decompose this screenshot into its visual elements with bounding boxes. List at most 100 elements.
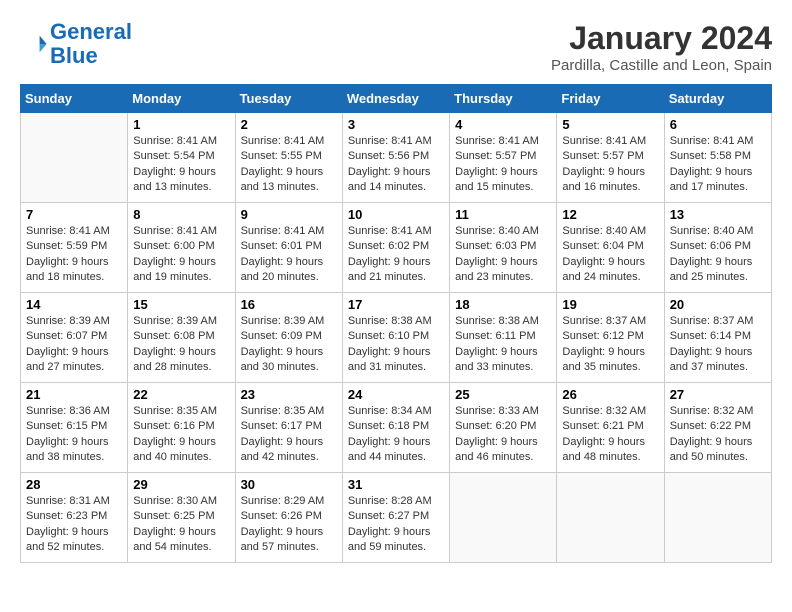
day-number: 6: [670, 117, 766, 132]
day-info: Sunrise: 8:29 AM Sunset: 6:26 PM Dayligh…: [241, 494, 337, 556]
day-number: 19: [562, 297, 658, 312]
calendar-cell: 25 Sunrise: 8:33 AM Sunset: 6:20 PM Dayli…: [450, 383, 557, 473]
day-number: 20: [670, 297, 766, 312]
calendar-cell: 20Sunrise: 8:37 AM Sunset: 6:14 PM Dayli…: [664, 293, 771, 383]
days-header-row: SundayMondayTuesdayWednesdayThursdayFrid…: [21, 85, 772, 113]
day-info: Sunrise: 8:35 AM Sunset: 6:16 PM Dayligh…: [133, 404, 229, 466]
calendar-cell: [21, 113, 128, 203]
title-block: January 2024 Pardilla, Castille and Leon…: [551, 20, 772, 74]
calendar-cell: 10 Sunrise: 8:41 AM Sunset: 6:02 PM Dayli…: [342, 203, 449, 293]
day-info: Sunrise: 8:41 AM Sunset: 6:02 PM Dayligh…: [348, 224, 444, 286]
day-info: Sunrise: 8:35 AM Sunset: 6:17 PM Dayligh…: [241, 404, 337, 466]
day-number: 4: [455, 117, 551, 132]
day-info: Sunrise: 8:36 AM Sunset: 6:15 PM Dayligh…: [26, 404, 122, 466]
day-number: 25: [455, 387, 551, 402]
day-number: 9: [241, 207, 337, 222]
calendar-cell: 3 Sunrise: 8:41 AM Sunset: 5:56 PM Daylig…: [342, 113, 449, 203]
day-info: Sunrise: 8:39 AM Sunset: 6:08 PM Dayligh…: [133, 314, 229, 376]
calendar-cell: 18Sunrise: 8:38 AM Sunset: 6:11 PM Dayli…: [450, 293, 557, 383]
day-number: 18: [455, 297, 551, 312]
day-info: Sunrise: 8:41 AM Sunset: 5:55 PM Dayligh…: [241, 134, 337, 196]
day-number: 29: [133, 477, 229, 492]
page-header: General Blue January 2024 Pardilla, Cast…: [20, 20, 772, 74]
calendar-cell: 19 Sunrise: 8:37 AM Sunset: 6:12 PM Dayli…: [557, 293, 664, 383]
day-header-tuesday: Tuesday: [235, 85, 342, 113]
calendar-cell: 12 Sunrise: 8:40 AM Sunset: 6:04 PM Dayli…: [557, 203, 664, 293]
day-number: 10: [348, 207, 444, 222]
day-info: Sunrise: 8:33 AM Sunset: 6:20 PM Dayligh…: [455, 404, 551, 466]
calendar-cell: 7Sunrise: 8:41 AM Sunset: 5:59 PM Daylig…: [21, 203, 128, 293]
calendar-cell: 24Sunrise: 8:34 AM Sunset: 6:18 PM Dayli…: [342, 383, 449, 473]
day-number: 13: [670, 207, 766, 222]
calendar-cell: 26 Sunrise: 8:32 AM Sunset: 6:21 PM Dayli…: [557, 383, 664, 473]
day-number: 8: [133, 207, 229, 222]
calendar-cell: 6 Sunrise: 8:41 AM Sunset: 5:58 PM Daylig…: [664, 113, 771, 203]
day-number: 7: [26, 207, 122, 222]
day-number: 15: [133, 297, 229, 312]
calendar-table: SundayMondayTuesdayWednesdayThursdayFrid…: [20, 84, 772, 563]
day-number: 11: [455, 207, 551, 222]
calendar-cell: 30 Sunrise: 8:29 AM Sunset: 6:26 PM Dayli…: [235, 473, 342, 563]
calendar-week-4: 21 Sunrise: 8:36 AM Sunset: 6:15 PM Dayli…: [21, 383, 772, 473]
day-info: Sunrise: 8:40 AM Sunset: 6:03 PM Dayligh…: [455, 224, 551, 286]
day-info: Sunrise: 8:41 AM Sunset: 5:54 PM Dayligh…: [133, 134, 229, 196]
day-number: 1: [133, 117, 229, 132]
logo-general: General: [50, 19, 132, 44]
calendar-cell: 23 Sunrise: 8:35 AM Sunset: 6:17 PM Dayli…: [235, 383, 342, 473]
day-header-sunday: Sunday: [21, 85, 128, 113]
day-number: 5: [562, 117, 658, 132]
calendar-cell: 22Sunrise: 8:35 AM Sunset: 6:16 PM Dayli…: [128, 383, 235, 473]
calendar-header: SundayMondayTuesdayWednesdayThursdayFrid…: [21, 85, 772, 113]
day-number: 26: [562, 387, 658, 402]
day-number: 23: [241, 387, 337, 402]
calendar-cell: 4 Sunrise: 8:41 AM Sunset: 5:57 PM Daylig…: [450, 113, 557, 203]
day-header-saturday: Saturday: [664, 85, 771, 113]
calendar-cell: [557, 473, 664, 563]
day-info: Sunrise: 8:40 AM Sunset: 6:04 PM Dayligh…: [562, 224, 658, 286]
calendar-cell: 27 Sunrise: 8:32 AM Sunset: 6:22 PM Dayli…: [664, 383, 771, 473]
day-info: Sunrise: 8:37 AM Sunset: 6:12 PM Dayligh…: [562, 314, 658, 376]
calendar-cell: 14Sunrise: 8:39 AM Sunset: 6:07 PM Dayli…: [21, 293, 128, 383]
day-info: Sunrise: 8:30 AM Sunset: 6:25 PM Dayligh…: [133, 494, 229, 556]
day-number: 27: [670, 387, 766, 402]
calendar-cell: 21 Sunrise: 8:36 AM Sunset: 6:15 PM Dayli…: [21, 383, 128, 473]
day-info: Sunrise: 8:38 AM Sunset: 6:10 PM Dayligh…: [348, 314, 444, 376]
day-header-wednesday: Wednesday: [342, 85, 449, 113]
day-info: Sunrise: 8:32 AM Sunset: 6:22 PM Dayligh…: [670, 404, 766, 466]
day-number: 12: [562, 207, 658, 222]
day-number: 3: [348, 117, 444, 132]
calendar-week-1: 1 Sunrise: 8:41 AM Sunset: 5:54 PM Daylig…: [21, 113, 772, 203]
day-info: Sunrise: 8:40 AM Sunset: 6:06 PM Dayligh…: [670, 224, 766, 286]
month-title: January 2024: [551, 20, 772, 57]
day-info: Sunrise: 8:41 AM Sunset: 5:56 PM Dayligh…: [348, 134, 444, 196]
day-number: 21: [26, 387, 122, 402]
day-header-thursday: Thursday: [450, 85, 557, 113]
calendar-cell: 15 Sunrise: 8:39 AM Sunset: 6:08 PM Dayli…: [128, 293, 235, 383]
calendar-cell: 8 Sunrise: 8:41 AM Sunset: 6:00 PM Daylig…: [128, 203, 235, 293]
logo-text: General Blue: [50, 20, 132, 68]
day-info: Sunrise: 8:28 AM Sunset: 6:27 PM Dayligh…: [348, 494, 444, 556]
day-info: Sunrise: 8:41 AM Sunset: 5:57 PM Dayligh…: [562, 134, 658, 196]
calendar-week-5: 28Sunrise: 8:31 AM Sunset: 6:23 PM Dayli…: [21, 473, 772, 563]
day-number: 28: [26, 477, 122, 492]
day-number: 30: [241, 477, 337, 492]
day-number: 2: [241, 117, 337, 132]
day-info: Sunrise: 8:41 AM Sunset: 6:00 PM Dayligh…: [133, 224, 229, 286]
day-info: Sunrise: 8:41 AM Sunset: 5:58 PM Dayligh…: [670, 134, 766, 196]
calendar-cell: 31 Sunrise: 8:28 AM Sunset: 6:27 PM Dayli…: [342, 473, 449, 563]
logo-blue: Blue: [50, 43, 98, 68]
calendar-cell: 29 Sunrise: 8:30 AM Sunset: 6:25 PM Dayli…: [128, 473, 235, 563]
logo-icon: [20, 30, 48, 58]
day-number: 31: [348, 477, 444, 492]
day-info: Sunrise: 8:41 AM Sunset: 5:57 PM Dayligh…: [455, 134, 551, 196]
day-info: Sunrise: 8:41 AM Sunset: 6:01 PM Dayligh…: [241, 224, 337, 286]
day-header-monday: Monday: [128, 85, 235, 113]
calendar-cell: 13 Sunrise: 8:40 AM Sunset: 6:06 PM Dayli…: [664, 203, 771, 293]
logo: General Blue: [20, 20, 132, 68]
calendar-cell: 5 Sunrise: 8:41 AM Sunset: 5:57 PM Daylig…: [557, 113, 664, 203]
location-subtitle: Pardilla, Castille and Leon, Spain: [551, 57, 772, 74]
day-info: Sunrise: 8:39 AM Sunset: 6:07 PM Dayligh…: [26, 314, 122, 376]
day-number: 16: [241, 297, 337, 312]
day-info: Sunrise: 8:32 AM Sunset: 6:21 PM Dayligh…: [562, 404, 658, 466]
calendar-cell: 9 Sunrise: 8:41 AM Sunset: 6:01 PM Daylig…: [235, 203, 342, 293]
